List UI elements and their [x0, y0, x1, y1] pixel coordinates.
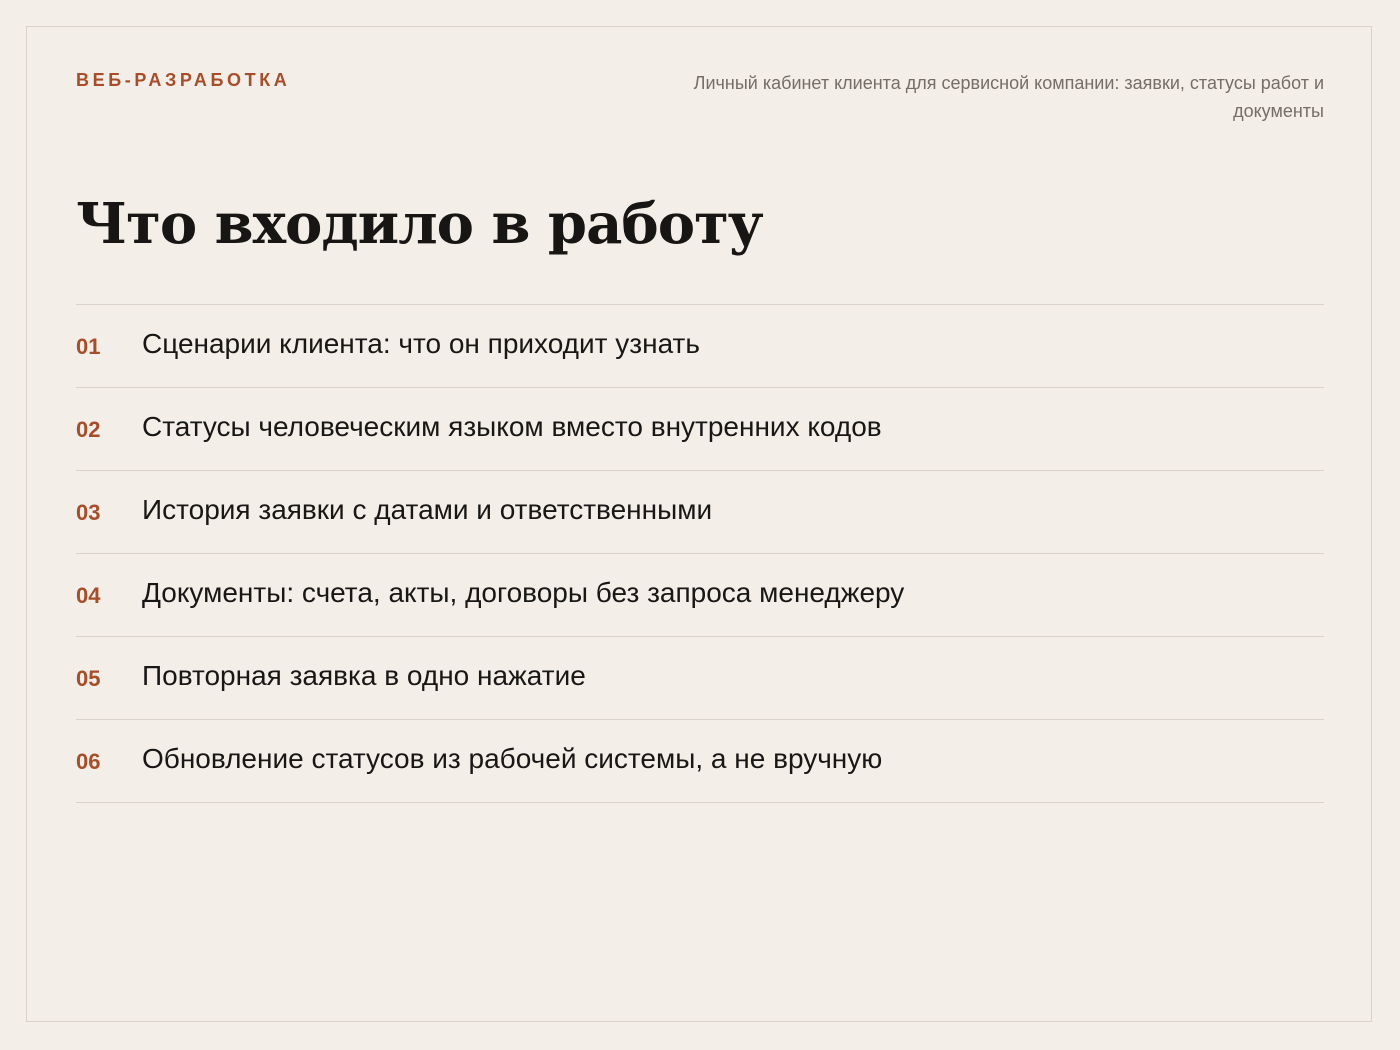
item-text: Сценарии клиента: что он приходит узнать [142, 328, 700, 359]
item-number: 02 [76, 416, 101, 442]
item-number: 04 [76, 582, 101, 608]
list-item: 01 Сценарии клиента: что он приходит узн… [76, 305, 1324, 388]
item-text: Повторная заявка в одно нажатие [142, 660, 586, 691]
item-text: История заявки с датами и ответственными [142, 494, 713, 525]
item-number: 03 [76, 499, 101, 525]
work-items-list: 01 Сценарии клиента: что он приходит узн… [76, 304, 1324, 803]
list-item: 02 Статусы человеческим языком вместо вн… [76, 388, 1324, 471]
item-number: 05 [76, 665, 101, 691]
project-subtitle: Личный кабинет клиента для сервисной ком… [693, 73, 1324, 121]
item-number: 01 [76, 333, 101, 359]
list-item: 06 Обновление статусов из рабочей систем… [76, 720, 1324, 803]
page-title: Что входило в работу [76, 191, 764, 257]
category-label: ВЕБ-РАЗРАБОТКА [76, 70, 291, 90]
item-text: Статусы человеческим языком вместо внутр… [142, 411, 882, 442]
list-item: 05 Повторная заявка в одно нажатие [76, 637, 1324, 720]
item-number: 06 [76, 748, 101, 774]
list-item: 04 Документы: счета, акты, договоры без … [76, 554, 1324, 637]
item-text: Обновление статусов из рабочей системы, … [142, 743, 883, 774]
slide-header: ВЕБ-РАЗРАБОТКА Личный кабинет клиента дл… [76, 68, 1324, 125]
item-text: Документы: счета, акты, договоры без зап… [142, 577, 905, 608]
list-item: 03 История заявки с датами и ответственн… [76, 471, 1324, 554]
